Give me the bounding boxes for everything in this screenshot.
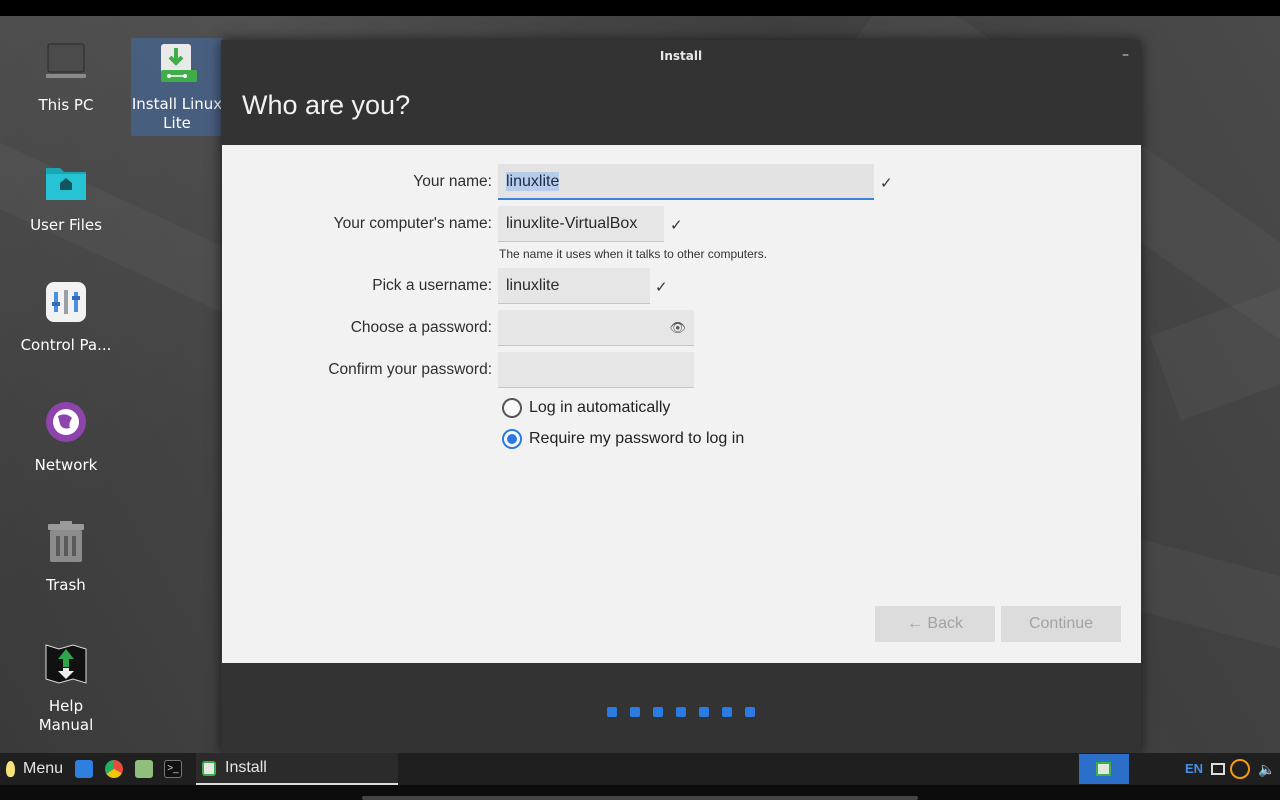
radio-log-in-automatically[interactable]: Log in automatically xyxy=(502,398,670,418)
file-manager-icon[interactable] xyxy=(75,760,93,778)
radio-button[interactable] xyxy=(502,398,522,418)
control-panel-icon xyxy=(44,280,88,324)
name-label: Your name: xyxy=(413,173,492,190)
desktop-icon-label: Trash xyxy=(46,576,86,594)
progress-dots xyxy=(607,707,768,717)
desktop-icon-network[interactable]: Network xyxy=(20,400,112,475)
password-field[interactable]: 👁 xyxy=(498,310,694,346)
bottom-strip xyxy=(0,785,1280,800)
desktop-icon-label: User Files xyxy=(30,216,102,234)
desktop-icon-label: Help Manual xyxy=(38,697,94,734)
installer-small-icon xyxy=(202,761,216,776)
name-field-value: linuxlite xyxy=(506,172,560,191)
taskbar-install-button[interactable]: Install xyxy=(196,753,398,785)
eye-icon[interactable]: 👁 xyxy=(669,310,686,345)
radio-label: Log in automatically xyxy=(529,399,671,416)
form-panel: Your name: linuxlite ✓ Your computer's n… xyxy=(222,145,1141,663)
username-field[interactable]: linuxlite xyxy=(498,268,650,304)
desktop-icon-control-panel[interactable]: Control Pa... xyxy=(20,280,112,355)
progress-dot xyxy=(676,707,686,717)
install-window: Install – Who are you? Your name: linuxl… xyxy=(221,40,1141,753)
home-folder-icon xyxy=(44,160,88,204)
chrome-icon[interactable] xyxy=(105,760,123,778)
desktop-icon-install-linux-lite[interactable]: Install Linux Lite xyxy=(131,38,223,136)
desktop-icon-this-pc[interactable]: This PC xyxy=(20,40,112,115)
linux-lite-feather-icon xyxy=(6,760,15,777)
minimize-button[interactable]: – xyxy=(1122,47,1129,63)
keyboard-layout-indicator[interactable]: EN xyxy=(1185,753,1203,785)
menu-label: Menu xyxy=(23,760,64,777)
scroll-indicator xyxy=(362,796,918,800)
progress-dot xyxy=(630,707,640,717)
workspace-switcher[interactable] xyxy=(1079,754,1129,784)
progress-dot xyxy=(699,707,709,717)
desktop-icon-label: Control Pa... xyxy=(20,336,112,354)
desktop-icon-label: This PC xyxy=(38,96,94,114)
terminal-icon[interactable]: >_ xyxy=(164,760,182,778)
files-icon[interactable] xyxy=(135,760,153,778)
taskbar-install-label: Install xyxy=(225,759,267,776)
back-button[interactable]: ← Back xyxy=(875,606,995,642)
username-label: Pick a username: xyxy=(372,277,492,294)
computer-name-label: Your computer's name: xyxy=(333,215,492,232)
name-valid-check-icon: ✓ xyxy=(880,174,893,192)
window-titlebar[interactable]: Install – xyxy=(221,40,1141,72)
name-field[interactable]: linuxlite xyxy=(498,164,874,200)
progress-dot xyxy=(722,707,732,717)
computer-name-field[interactable]: linuxlite-VirtualBox xyxy=(498,206,664,242)
notification-icon[interactable] xyxy=(1211,763,1225,775)
progress-dot xyxy=(745,707,755,717)
desktop-icon-help-manual[interactable]: Help Manual xyxy=(20,641,112,735)
password-label: Choose a password: xyxy=(350,319,492,336)
computer-name-hint: The name it uses when it talks to other … xyxy=(499,247,768,261)
volume-icon[interactable]: 🔈 xyxy=(1258,761,1275,778)
globe-icon xyxy=(44,400,88,444)
computer-name-valid-check-icon: ✓ xyxy=(670,216,683,234)
desktop-icon-trash[interactable]: Trash xyxy=(20,520,112,595)
radio-label: Require my password to log in xyxy=(529,430,745,447)
confirm-password-field[interactable] xyxy=(498,352,694,388)
installer-icon xyxy=(155,42,199,86)
help-manual-icon xyxy=(44,641,88,685)
desktop-icon-label: Network xyxy=(34,456,98,474)
confirm-password-label: Confirm your password: xyxy=(328,361,492,378)
progress-dot xyxy=(653,707,663,717)
trash-icon xyxy=(44,520,88,564)
desktop-icon-label: Install Linux Lite xyxy=(131,95,223,132)
installer-small-icon xyxy=(1096,762,1111,776)
monitor-icon xyxy=(44,40,88,84)
progress-dot xyxy=(607,707,617,717)
username-valid-check-icon: ✓ xyxy=(655,278,668,296)
window-title: Install xyxy=(659,49,703,63)
radio-button-selected[interactable] xyxy=(502,429,522,449)
updates-icon[interactable] xyxy=(1230,759,1250,779)
taskbar: Menu >_ Install EN 🔈 xyxy=(0,753,1280,785)
menu-button[interactable]: Menu xyxy=(6,753,63,785)
desktop-icon-user-files[interactable]: User Files xyxy=(20,160,112,235)
radio-require-password[interactable]: Require my password to log in xyxy=(502,429,744,449)
page-title: Who are you? xyxy=(242,90,411,120)
continue-button[interactable]: Continue xyxy=(1001,606,1121,642)
